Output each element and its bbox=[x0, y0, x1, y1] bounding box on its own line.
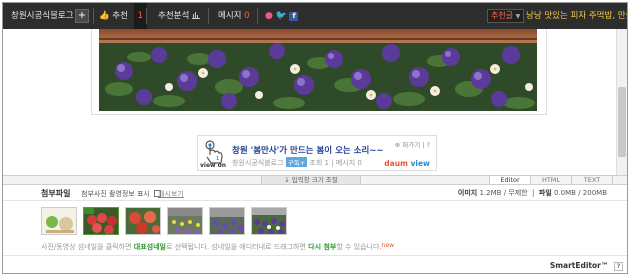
view-label: view bbox=[410, 159, 430, 168]
recommend-analysis-button[interactable]: 추천분석 bbox=[158, 3, 200, 29]
thumbnail-item[interactable] bbox=[209, 207, 245, 235]
message-button[interactable]: 메시지 0 bbox=[218, 3, 250, 29]
me2day-icon[interactable]: ● bbox=[265, 11, 273, 21]
image-usage-label: 이미지 bbox=[457, 189, 478, 197]
chevron-down-icon: ▼ bbox=[515, 13, 521, 20]
notice-link[interactable]: 낭낭 맛있는 피자 주먹밥, 만들기 쉬워요 bbox=[526, 3, 627, 29]
message-label: 메시지 bbox=[218, 11, 242, 21]
attachment-header: 첨부파일 첨부사진 촬영정보 표시 캐시보기 이미지 1.2MB / 무제한 |… bbox=[3, 185, 627, 201]
thumbnail-item-selected[interactable] bbox=[83, 207, 119, 235]
tab-text[interactable]: TEXT bbox=[571, 175, 613, 184]
thumbnail-item[interactable] bbox=[167, 207, 203, 235]
bar-chart-icon bbox=[191, 12, 200, 19]
editor-footer: SmartEditor™ ? bbox=[3, 255, 627, 273]
analysis-label: 추천분석 bbox=[158, 11, 190, 21]
thumbnail-item[interactable] bbox=[125, 207, 161, 235]
message-count: 0 bbox=[244, 11, 250, 21]
tab-editor[interactable]: Editor bbox=[489, 175, 531, 184]
help-middle: 로 선택됩니다. 섬네일을 에디터내로 드래그하면 bbox=[165, 243, 306, 251]
blog-name[interactable]: 창원시공식블로그 bbox=[11, 3, 74, 29]
divider bbox=[208, 8, 209, 24]
file-usage-size: 0.0MB bbox=[554, 189, 576, 197]
recommend-post-select[interactable]: 추천글 ▼ bbox=[487, 9, 525, 23]
thumb-up-icon: 👍 bbox=[99, 11, 110, 21]
view-on-meta: 창원시공식블로그 구독+ 조회 1 | 메시지 0 bbox=[232, 157, 362, 168]
tab-html[interactable]: HTML bbox=[530, 175, 572, 184]
view-on-message-label: 메시지 bbox=[335, 159, 356, 167]
divider bbox=[146, 8, 147, 24]
editor-window: 창원시공식블로그 + 👍 추천 1 추천분석 메시지 0 ● 🐦 f 추천글 ▼… bbox=[2, 2, 628, 274]
view-on-message-count: 0 bbox=[357, 159, 362, 167]
meta-divider: | bbox=[331, 159, 334, 167]
help-button[interactable]: ? bbox=[614, 262, 623, 271]
file-usage-limit: 200MB bbox=[582, 189, 607, 197]
help-highlight-thumbnail: 대표섬네일 bbox=[133, 243, 166, 251]
subscribe-button[interactable]: 구독+ bbox=[285, 157, 308, 167]
view-on-widget[interactable]: 1 view on 창원 '봄만사'가 만드는 봄이 오는 소리~~ 창원시공식… bbox=[197, 135, 437, 171]
pansy-flowers-photo bbox=[99, 29, 537, 111]
help-suffix: 할 수 있습니다. bbox=[336, 243, 382, 251]
blog-toolbar: 창원시공식블로그 + 👍 추천 1 추천분석 메시지 0 ● 🐦 f 추천글 ▼… bbox=[3, 3, 627, 29]
thumbnail-item[interactable] bbox=[41, 207, 77, 235]
exif-option-label: 첨부사진 촬영정보 표시 bbox=[81, 190, 150, 198]
help-highlight-reattach: 다시 첨부 bbox=[308, 243, 337, 251]
file-usage-label: 파일 bbox=[538, 189, 552, 197]
view-on-label: view on bbox=[200, 162, 227, 169]
divider bbox=[257, 8, 258, 24]
share-link[interactable]: ⊕ 퍼가기 | ? bbox=[395, 139, 430, 149]
editor-mode-tabs: Editor HTML TEXT bbox=[489, 175, 613, 185]
twitter-icon[interactable]: 🐦 bbox=[276, 11, 287, 21]
daum-label: daum bbox=[384, 159, 408, 168]
vertical-scrollbar[interactable] bbox=[616, 29, 627, 175]
recommend-label: 추천 bbox=[112, 11, 128, 21]
attachment-panel: 첨부파일 첨부사진 촬영정보 표시 캐시보기 이미지 1.2MB / 무제한 |… bbox=[3, 185, 627, 255]
attachment-usage: 이미지 1.2MB / 무제한 | 파일 0.0MB / 200MB bbox=[457, 189, 607, 197]
recommend-post-label: 추천글 bbox=[491, 11, 514, 20]
smarteditor-label: SmartEditor™ bbox=[549, 261, 609, 270]
view-on-title[interactable]: 창원 '봄만사'가 만드는 봄이 오는 소리~~ bbox=[232, 144, 384, 156]
views-count: 1 bbox=[324, 159, 330, 167]
help-prefix: 사진/동영상 섬네일을 클릭하면 bbox=[41, 243, 132, 251]
new-badge: new bbox=[381, 242, 395, 249]
attachment-title: 첨부파일 bbox=[41, 189, 71, 198]
view-on-author: 창원시공식블로그 bbox=[232, 159, 284, 167]
daum-view-logo: daum view bbox=[384, 159, 430, 168]
smarteditor-logo: SmartEditor™ ? bbox=[550, 261, 623, 271]
image-usage-size: 1.2MB bbox=[479, 189, 502, 197]
share-icons: ● 🐦 f bbox=[265, 3, 299, 29]
scrollbar-thumb[interactable] bbox=[618, 87, 626, 157]
divider bbox=[93, 8, 94, 24]
resize-handle[interactable]: ↓ 입력창 크기 조절 bbox=[261, 176, 361, 184]
recommend-button[interactable]: 👍 추천 1 bbox=[99, 3, 148, 29]
attachment-help-text: 사진/동영상 섬네일을 클릭하면 대표섬네일로 선택됩니다. 섬네일을 에디터내… bbox=[41, 242, 394, 252]
add-button[interactable]: + bbox=[75, 9, 89, 23]
thumbnail-item[interactable] bbox=[251, 207, 287, 235]
views-label: 조회 bbox=[309, 159, 323, 167]
image-usage-limit: 무제한 bbox=[508, 189, 528, 197]
show-cache-link[interactable]: 캐시보기 bbox=[158, 189, 184, 199]
exif-option[interactable]: 첨부사진 촬영정보 표시 bbox=[81, 189, 162, 199]
facebook-icon[interactable]: f bbox=[289, 12, 299, 21]
